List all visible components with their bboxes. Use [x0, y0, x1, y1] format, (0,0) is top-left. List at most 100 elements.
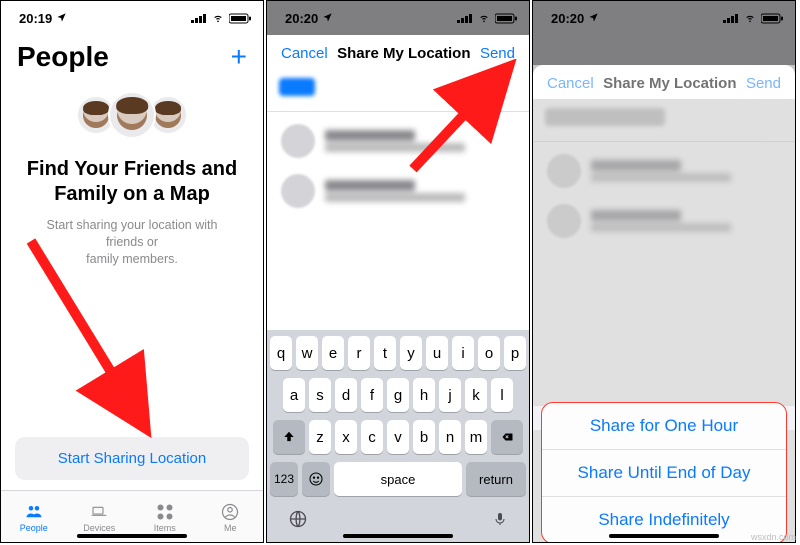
send-button[interactable]: Send	[480, 45, 515, 62]
key-k[interactable]: k	[465, 378, 487, 412]
recipient-token[interactable]	[279, 78, 315, 96]
nav-title: Share My Location	[337, 45, 470, 62]
key-b[interactable]: b	[413, 420, 435, 454]
keyboard-row-4: 123 space return	[270, 462, 526, 496]
shift-key[interactable]	[273, 420, 305, 454]
battery-icon	[495, 13, 517, 24]
keyboard-row-3: z x c v b n m	[270, 420, 526, 454]
key-q[interactable]: q	[270, 336, 292, 370]
duration-action-sheet: Share for One Hour Share Until End of Da…	[541, 402, 787, 543]
keyboard-row-2: a s d f g h j k l	[270, 378, 526, 412]
key-t[interactable]: t	[374, 336, 396, 370]
phone-find-my-people: 20:19 People + Find Your Friends and	[0, 0, 264, 543]
key-r[interactable]: r	[348, 336, 370, 370]
key-a[interactable]: a	[283, 378, 305, 412]
key-n[interactable]: n	[439, 420, 461, 454]
location-services-icon	[56, 11, 67, 26]
phone-share-compose: 20:20 Cancel Share My Location Send	[266, 0, 530, 543]
start-sharing-location-button[interactable]: Start Sharing Location	[15, 437, 249, 480]
cancel-button[interactable]: Cancel	[281, 45, 328, 62]
memoji-avatar-center	[108, 91, 156, 139]
tab-label: People	[1, 523, 67, 533]
key-g[interactable]: g	[387, 378, 409, 412]
nav-bar: Cancel Share My Location Send	[533, 65, 795, 102]
home-indicator	[77, 534, 187, 538]
return-key[interactable]: return	[466, 462, 526, 496]
people-icon	[1, 501, 67, 523]
key-i[interactable]: i	[452, 336, 474, 370]
key-z[interactable]: z	[309, 420, 331, 454]
key-m[interactable]: m	[465, 420, 487, 454]
wifi-icon	[211, 13, 225, 23]
devices-icon	[67, 501, 133, 523]
status-time: 20:19	[19, 11, 52, 26]
home-indicator	[609, 534, 719, 538]
share-end-of-day-option[interactable]: Share Until End of Day	[542, 449, 786, 496]
cellular-signal-icon	[191, 13, 207, 23]
hero-subtitle: Start sharing your location with friends…	[1, 213, 263, 272]
numbers-key[interactable]: 123	[270, 462, 298, 496]
contact-avatar	[281, 124, 315, 158]
status-bar: 20:19	[1, 1, 263, 31]
globe-icon[interactable]	[288, 509, 308, 534]
key-o[interactable]: o	[478, 336, 500, 370]
key-c[interactable]: c	[361, 420, 383, 454]
status-time: 20:20	[551, 11, 584, 26]
key-u[interactable]: u	[426, 336, 448, 370]
keyboard-row-1: q w e r t y u i o p	[270, 336, 526, 370]
home-indicator	[343, 534, 453, 538]
location-services-icon	[322, 11, 333, 26]
send-button[interactable]: Send	[746, 75, 781, 92]
duration-options-group: Share for One Hour Share Until End of Da…	[541, 402, 787, 543]
wifi-icon	[477, 13, 491, 23]
me-icon	[198, 501, 264, 523]
key-f[interactable]: f	[361, 378, 383, 412]
items-icon	[132, 501, 198, 523]
tab-label: Devices	[67, 523, 133, 533]
key-x[interactable]: x	[335, 420, 357, 454]
cellular-signal-icon	[723, 13, 739, 23]
key-e[interactable]: e	[322, 336, 344, 370]
page-title: People	[17, 41, 109, 73]
key-h[interactable]: h	[413, 378, 435, 412]
tab-items[interactable]: Items	[132, 501, 198, 533]
key-l[interactable]: l	[491, 378, 513, 412]
keyboard[interactable]: q w e r t y u i o p a s d f g h j k l z	[267, 330, 529, 542]
wifi-icon	[743, 13, 757, 23]
hero-title: Find Your Friends and Family on a Map	[25, 157, 239, 207]
status-bar: 20:20	[533, 1, 795, 31]
key-w[interactable]: w	[296, 336, 318, 370]
contact-avatar	[281, 174, 315, 208]
key-v[interactable]: v	[387, 420, 409, 454]
battery-icon	[229, 13, 251, 24]
recipient-field[interactable]	[267, 72, 529, 107]
key-j[interactable]: j	[439, 378, 461, 412]
space-key[interactable]: space	[334, 462, 462, 496]
backspace-key[interactable]	[491, 420, 523, 454]
dictation-icon[interactable]	[492, 509, 508, 534]
emoji-key[interactable]	[302, 462, 330, 496]
cancel-button[interactable]: Cancel	[547, 75, 594, 92]
contact-suggestion-row[interactable]	[267, 166, 529, 216]
battery-icon	[761, 13, 783, 24]
tab-devices[interactable]: Devices	[67, 501, 133, 533]
key-y[interactable]: y	[400, 336, 422, 370]
location-services-icon	[588, 11, 599, 26]
nav-bar: Cancel Share My Location Send	[267, 35, 529, 72]
key-d[interactable]: d	[335, 378, 357, 412]
tab-label: Items	[132, 523, 198, 533]
memoji-group	[1, 91, 263, 139]
tab-label: Me	[198, 523, 264, 533]
key-s[interactable]: s	[309, 378, 331, 412]
add-person-button[interactable]: +	[231, 43, 247, 71]
tab-people[interactable]: People	[1, 501, 67, 533]
cellular-signal-icon	[457, 13, 473, 23]
share-one-hour-option[interactable]: Share for One Hour	[542, 403, 786, 449]
nav-title: Share My Location	[603, 75, 736, 92]
contact-suggestion-row[interactable]	[267, 116, 529, 166]
status-bar: 20:20	[267, 1, 529, 31]
tab-me[interactable]: Me	[198, 501, 264, 533]
phone-share-duration-sheet: 20:20 Cancel Share My Location Send	[532, 0, 796, 543]
key-p[interactable]: p	[504, 336, 526, 370]
status-time: 20:20	[285, 11, 318, 26]
